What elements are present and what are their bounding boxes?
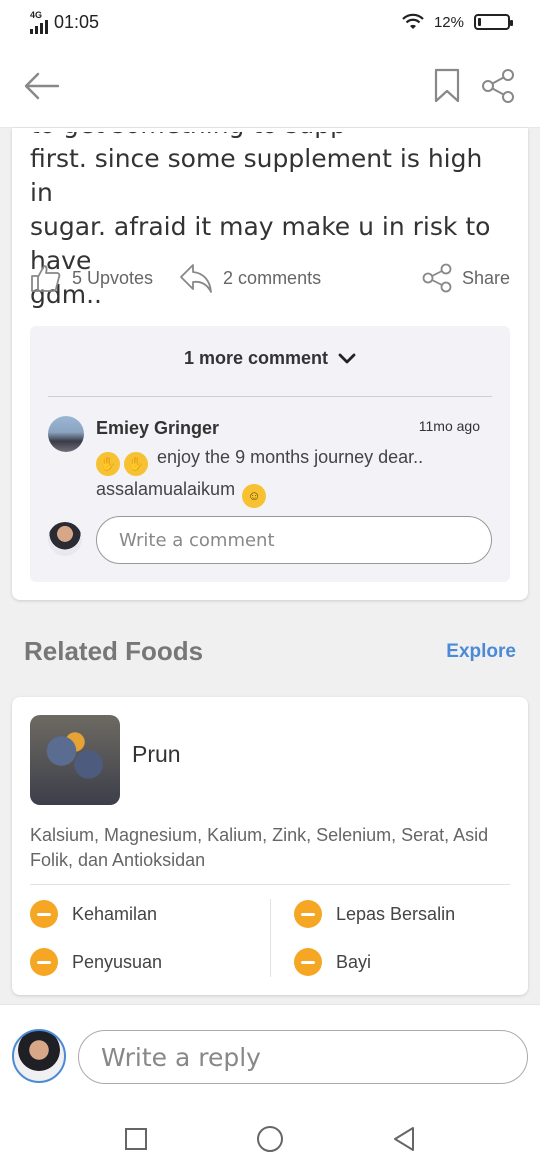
reply-arrow-icon — [180, 264, 212, 293]
tag-kehamilan: Kehamilan — [30, 900, 157, 928]
minus-circle-icon — [294, 948, 322, 976]
status-bar: 4G 01:05 12% — [0, 0, 540, 44]
comment-input[interactable]: Write a comment — [96, 516, 492, 564]
comment-input-placeholder: Write a comment — [119, 529, 275, 551]
related-foods-header: Related Foods Explore — [24, 636, 516, 667]
system-nav-bar — [0, 1108, 540, 1170]
more-comments-label: 1 more comment — [183, 348, 329, 368]
wifi-icon — [402, 13, 424, 29]
minus-circle-icon — [30, 948, 58, 976]
top-actions — [434, 68, 516, 104]
post-actions: 5 Upvotes 2 comments Share — [30, 258, 510, 298]
section-title: Related Foods — [24, 636, 204, 666]
avatar[interactable] — [48, 416, 84, 452]
food-image — [30, 715, 120, 805]
share-icon[interactable] — [480, 68, 516, 104]
battery-fill — [478, 18, 481, 26]
tag-label: Bayi — [336, 951, 372, 972]
food-divider — [30, 884, 510, 885]
signal-indicator: 4G — [30, 9, 48, 34]
post-line-partial: to get something to supp — [30, 132, 510, 142]
food-name: Prun — [132, 741, 181, 767]
tag-label: Lepas Bersalin — [336, 903, 456, 924]
top-toolbar — [0, 44, 540, 128]
explore-link[interactable]: Explore — [446, 641, 516, 663]
battery-percent: 12% — [433, 13, 464, 31]
back-arrow-icon[interactable] — [24, 71, 60, 101]
food-description: Kalsium, Magnesium, Kalium, Zink, Seleni… — [30, 825, 489, 870]
chevron-down-icon — [338, 353, 356, 363]
comment-body: ✋ ✋ enjoy the 9 months journey dear.. ass… — [96, 444, 486, 508]
status-left: 4G 01:05 — [30, 9, 100, 34]
recent-apps-icon[interactable] — [124, 1127, 148, 1151]
back-icon[interactable] — [392, 1126, 416, 1152]
reply-input[interactable]: Write a reply — [78, 1030, 528, 1084]
reply-bar: Write a reply — [0, 1004, 540, 1108]
thumbs-up-icon — [31, 265, 61, 292]
comments-button[interactable]: 2 comments — [179, 262, 321, 294]
upvote-button[interactable]: 5 Upvotes — [30, 262, 153, 294]
post-line-1: first. since some supplement is high in — [30, 144, 483, 207]
post-card: to get something to supp first. since so… — [12, 128, 528, 600]
network-type: 4G — [30, 9, 43, 20]
status-right: 12% — [402, 13, 513, 31]
tag-lepas-bersalin: Lepas Bersalin — [294, 900, 455, 928]
share-button[interactable]: Share — [422, 263, 510, 293]
tag-bayi: Bayi — [294, 948, 371, 976]
clock: 01:05 — [54, 11, 100, 32]
post-actions-left: 5 Upvotes 2 comments — [30, 262, 321, 294]
avatar — [48, 522, 82, 556]
hugging-face-icon: ✋ — [96, 452, 120, 476]
upvote-count: 5 Upvotes — [72, 267, 154, 288]
comments-divider — [48, 396, 492, 397]
tag-label: Kehamilan — [72, 903, 158, 924]
comment-count: 2 comments — [223, 267, 322, 288]
bookmark-icon[interactable] — [434, 68, 460, 104]
home-icon[interactable] — [256, 1125, 284, 1153]
more-comments-toggle[interactable]: 1 more comment — [30, 348, 510, 369]
hugging-face-icon: ✋ — [124, 452, 148, 476]
tag-penyusuan: Penyusuan — [30, 948, 162, 976]
tag-column-divider — [270, 899, 271, 977]
battery-icon — [474, 14, 513, 30]
food-card[interactable]: Prun Kalsium, Magnesium, Kalium, Zink, S… — [12, 697, 528, 995]
tag-label: Penyusuan — [72, 951, 163, 972]
comment-timestamp: 11mo ago — [418, 418, 480, 434]
share-icon — [422, 263, 452, 293]
reply-input-placeholder: Write a reply — [101, 1042, 261, 1072]
share-label: Share — [461, 267, 510, 288]
comments-section: 1 more comment Emiey Gringer 11mo ago ✋ ✋… — [30, 326, 510, 582]
avatar — [12, 1029, 66, 1083]
smiling-face-icon: ☺ — [242, 484, 267, 508]
signal-icon — [30, 19, 48, 34]
minus-circle-icon — [294, 900, 322, 928]
minus-circle-icon — [30, 900, 58, 928]
comment-author[interactable]: Emiey Gringer — [96, 418, 219, 439]
